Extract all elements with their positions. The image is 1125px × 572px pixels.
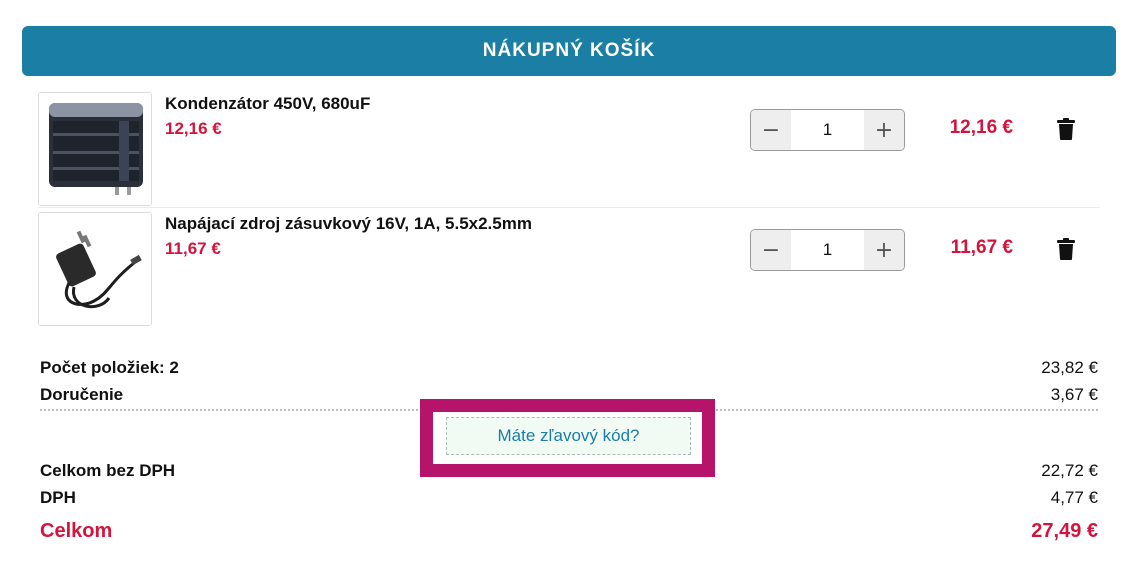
vat-value: 4,77 € <box>1050 488 1098 507</box>
item-count-label: Počet položiek: 2 <box>40 358 179 377</box>
product-image[interactable] <box>38 212 152 326</box>
coupon-code-button[interactable]: Máte zľavový kód? <box>446 417 691 455</box>
trash-icon[interactable] <box>1057 118 1075 140</box>
vat-row: DPH 4,77 € <box>40 488 1098 508</box>
decrease-quantity-button[interactable]: − <box>751 110 791 150</box>
product-name[interactable]: Kondenzátor 450V, 680uF <box>165 94 370 114</box>
cart-item: Kondenzátor 450V, 680uF 12,16 € − 1 + 12… <box>38 92 1100 207</box>
power-adapter-image <box>39 213 151 325</box>
net-total-label: Celkom bez DPH <box>40 461 176 480</box>
increase-quantity-button[interactable]: + <box>864 110 904 150</box>
line-total: 11,67 € <box>950 237 1013 258</box>
page-title: NÁKUPNÝ KOŠÍK <box>482 40 656 61</box>
product-image[interactable] <box>38 92 152 206</box>
net-total-row: Celkom bez DPH 22,72 € <box>40 461 1098 481</box>
item-divider <box>38 207 1100 208</box>
capacitor-image <box>39 93 151 205</box>
increase-quantity-button[interactable]: + <box>864 230 904 270</box>
grand-total-row: Celkom 27,49 € <box>40 520 1098 543</box>
vat-label: DPH <box>40 488 76 507</box>
item-count-row: Počet položiek: 2 23,82 € <box>40 358 1098 378</box>
item-count-value: 23,82 € <box>1041 358 1098 377</box>
grand-total-value: 27,49 € <box>1031 520 1098 542</box>
unit-price: 12,16 € <box>165 119 222 138</box>
delivery-label: Doručenie <box>40 385 124 404</box>
quantity-stepper: − 1 + <box>750 109 905 151</box>
cart-item: Napájací zdroj zásuvkový 16V, 1A, 5.5x2.… <box>38 212 1100 327</box>
delivery-value: 3,67 € <box>1050 385 1098 404</box>
decrease-quantity-button[interactable]: − <box>751 230 791 270</box>
quantity-input[interactable]: 1 <box>791 110 864 150</box>
trash-icon[interactable] <box>1057 238 1075 260</box>
grand-total-label: Celkom <box>40 520 113 542</box>
quantity-stepper: − 1 + <box>750 229 905 271</box>
cart-header: NÁKUPNÝ KOŠÍK <box>22 26 1116 76</box>
net-total-value: 22,72 € <box>1041 461 1098 480</box>
product-name[interactable]: Napájací zdroj zásuvkový 16V, 1A, 5.5x2.… <box>165 214 532 234</box>
line-total: 12,16 € <box>949 117 1013 138</box>
unit-price: 11,67 € <box>165 239 221 258</box>
quantity-input[interactable]: 1 <box>791 230 864 270</box>
